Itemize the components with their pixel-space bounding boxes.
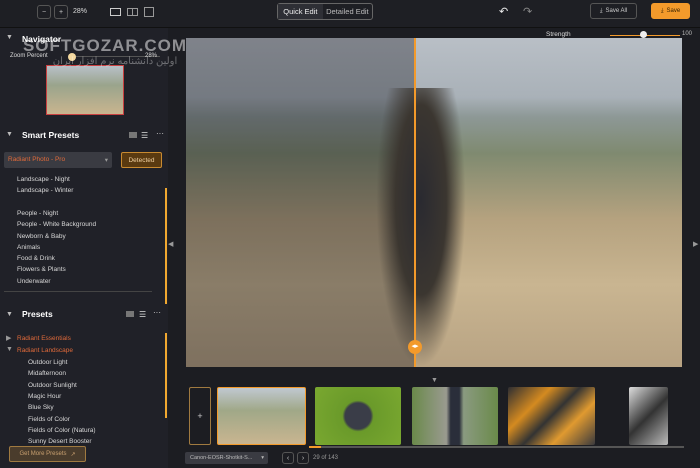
photo-preview[interactable]: ◂▸ (186, 38, 682, 367)
chevron-down-icon: ▾ (261, 455, 264, 461)
save-label: Save (666, 8, 681, 14)
scrollbar[interactable] (165, 188, 167, 304)
more-icon[interactable]: ··· (153, 308, 161, 317)
tab-detailed-edit[interactable]: Detailed Edit (323, 4, 372, 19)
preset-item[interactable]: Blue Sky (28, 404, 54, 411)
tab-quick-edit[interactable]: Quick Edit (278, 4, 323, 19)
presets-title: Presets (22, 309, 53, 319)
get-more-label: Get More Presets (19, 451, 67, 457)
chevron-down-icon: ▾ (104, 157, 108, 164)
smart-preset-item[interactable]: Landscape - Winter (17, 187, 73, 194)
watermark-text: SOFTGOZAR.COM (22, 36, 188, 55)
folder-select[interactable]: Canon-EOSR-Shotkit-S... ▾ (185, 452, 268, 464)
previous-button[interactable]: ‹ (282, 452, 294, 464)
filmstrip-toggle-icon[interactable]: ▼ (431, 377, 438, 384)
thumbnail[interactable] (629, 387, 668, 445)
redo-icon[interactable]: ↷ (523, 5, 532, 18)
get-more-presets-button[interactable]: Get More Presets ↗ (9, 446, 86, 462)
collapse-icon[interactable]: ▼ (6, 131, 13, 138)
preset-item[interactable]: Outdoor Sunlight (28, 382, 77, 389)
smart-preset-item[interactable]: People - Night (17, 210, 58, 217)
list-view-icon[interactable]: ☰ (139, 310, 146, 319)
smart-preset-selected: Radiant Photo - Pro (8, 156, 66, 163)
undo-icon[interactable]: ↶ (499, 5, 508, 18)
smart-preset-item[interactable]: People - White Background (17, 221, 96, 228)
save-all-button[interactable]: ⤓ Save All (590, 3, 637, 19)
preset-item[interactable]: Sunny Desert Booster (28, 438, 92, 445)
preset-group[interactable]: Radiant Landscape (17, 347, 73, 354)
external-link-icon: ↗ (70, 451, 76, 458)
subject (376, 88, 466, 367)
smart-preset-item[interactable]: Animals (17, 244, 40, 251)
left-panel: ▼ Navigator Zoom Percent 28% ▼ Smart Pre… (0, 28, 168, 468)
collapse-right-icon[interactable]: ▶ (693, 240, 698, 248)
download-icon: ⤓ (660, 7, 664, 14)
strength-slider-handle[interactable] (640, 31, 647, 38)
collapse-left-icon[interactable]: ◀ (168, 240, 173, 248)
thumbnail-selected[interactable] (217, 387, 306, 445)
preset-item[interactable]: Fields of Color (Natura) (28, 427, 96, 434)
scrollbar[interactable] (165, 333, 167, 418)
smart-presets-title: Smart Presets (22, 130, 80, 140)
split-divider[interactable] (414, 38, 416, 367)
strength-label: Strength (546, 31, 571, 38)
smart-preset-select[interactable]: Radiant Photo - Pro ▾ (4, 152, 112, 168)
preset-item[interactable]: Fields of Color (28, 416, 70, 423)
thumbnail[interactable] (315, 387, 401, 445)
smart-preset-item[interactable]: Food & Drink (17, 255, 55, 262)
filmstrip-scrollbar[interactable] (309, 446, 684, 448)
folder-name: Canon-EOSR-Shotkit-S... (190, 455, 253, 461)
photo-counter: 29 of 143 (313, 455, 339, 461)
zoom-value: 28% (73, 8, 88, 15)
smart-preset-item[interactable]: Underwater (17, 278, 51, 285)
preset-item[interactable]: Midafternoon (28, 370, 66, 377)
split-view-icon[interactable] (127, 8, 138, 16)
collapse-icon[interactable]: ▼ (6, 311, 13, 318)
zoom-out-button[interactable]: − (37, 5, 51, 19)
compare-view-icon[interactable] (144, 7, 154, 17)
save-all-label: Save All (605, 8, 628, 14)
next-button[interactable]: › (297, 452, 309, 464)
top-toolbar: − + 28% Quick Edit Detailed Edit ↶ ↷ ⤓ Sa… (0, 0, 700, 28)
grid-view-icon[interactable] (126, 311, 134, 317)
split-handle[interactable]: ◂▸ (408, 340, 422, 354)
strength-value: 100 (682, 31, 693, 37)
preset-group[interactable]: Radiant Essentials (17, 335, 71, 342)
preset-item[interactable]: Magic Hour (28, 393, 61, 400)
grid-view-icon[interactable] (129, 132, 137, 138)
preset-item[interactable]: Outdoor Light (28, 359, 67, 366)
collapse-icon[interactable]: ▼ (6, 346, 13, 353)
detected-button[interactable]: Detected (121, 152, 162, 168)
watermark-subtitle: اولین دانشنامه نرم افزار ایران (52, 56, 178, 67)
navigator-thumbnail[interactable] (46, 65, 124, 115)
save-button[interactable]: ⤓ Save (651, 3, 690, 19)
add-photo-button[interactable]: + (189, 387, 211, 445)
list-view-icon[interactable]: ☰ (141, 131, 148, 140)
smart-preset-item[interactable]: Flowers & Plants (17, 266, 66, 273)
more-icon[interactable]: ··· (156, 129, 164, 138)
download-icon: ⤓ (599, 7, 603, 14)
thumbnail[interactable] (508, 387, 595, 445)
smart-preset-item[interactable]: Newborn & Baby (17, 233, 66, 240)
thumbnail[interactable] (412, 387, 498, 445)
divider (4, 291, 152, 292)
expand-icon[interactable]: ▶ (6, 334, 11, 342)
single-view-icon[interactable] (110, 8, 121, 16)
smart-preset-item[interactable]: Landscape - Night (17, 176, 70, 183)
zoom-in-button[interactable]: + (54, 5, 68, 19)
